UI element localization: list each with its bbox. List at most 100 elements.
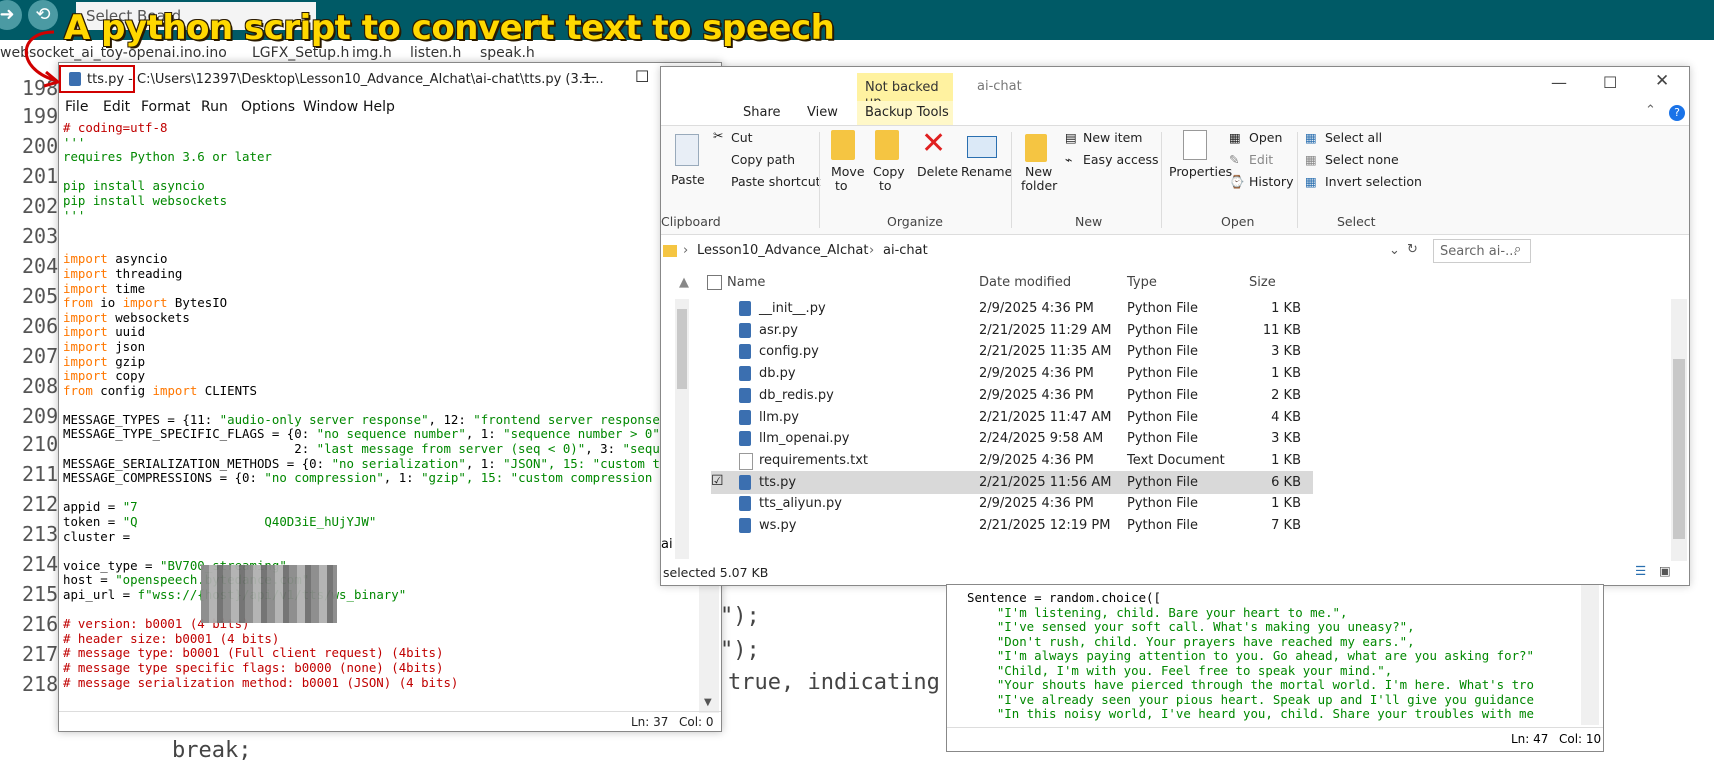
file-row[interactable]: config.py 2/21/2025 11:35 AM Python File 3 … bbox=[711, 340, 1313, 363]
row-checkbox-checked[interactable]: ☑ bbox=[711, 473, 724, 489]
scroll-thumb[interactable] bbox=[1673, 359, 1685, 539]
code-token: import bbox=[122, 295, 168, 311]
rename-button[interactable]: Rename bbox=[961, 164, 1012, 179]
console-line: "I'm always paying attention to you. Go … bbox=[967, 648, 1534, 663]
easy-access-button[interactable]: Easy access bbox=[1083, 152, 1159, 167]
ribbon-separator bbox=[819, 132, 820, 228]
code-token: import bbox=[63, 368, 108, 384]
details-view-icon[interactable]: ☰ bbox=[1635, 563, 1646, 578]
code-token: MESSAGE_SERIALIZATION_METHODS = {0: bbox=[63, 455, 332, 471]
file-row[interactable]: tts_aliyun.py 2/9/2025 4:36 PM Python File… bbox=[711, 492, 1313, 515]
code-token: requires Python 3.6 or later bbox=[63, 149, 272, 165]
upload-icon[interactable]: ⟲ bbox=[28, 0, 58, 30]
history-button[interactable]: History bbox=[1249, 174, 1293, 189]
console-line: "Your shouts have pierced through the mo… bbox=[967, 677, 1534, 692]
file-row[interactable]: db.py 2/9/2025 4:36 PM Python File 1 KB bbox=[711, 362, 1313, 385]
explorer-window-title: ai-chat bbox=[977, 79, 1022, 94]
file-size: 4 KB bbox=[1271, 409, 1301, 425]
file-row[interactable]: ws.py 2/21/2025 12:19 PM Python File 7 KB bbox=[711, 514, 1313, 537]
copy-path-button[interactable]: Copy path bbox=[731, 152, 795, 167]
close-icon[interactable]: ✕ bbox=[1655, 71, 1669, 91]
not-backed-up-tab[interactable]: Not backed up bbox=[857, 73, 953, 110]
console-window: Sentence = random.choice([ "I'm listenin… bbox=[946, 584, 1604, 752]
file-list-scrollbar[interactable] bbox=[1671, 299, 1687, 561]
invert-selection-button[interactable]: Invert selection bbox=[1325, 174, 1422, 189]
code-token: from bbox=[63, 295, 93, 311]
select-none-button[interactable]: Select none bbox=[1325, 152, 1399, 167]
file-row[interactable]: asr.py 2/21/2025 11:29 AM Python File 11 KB bbox=[711, 319, 1313, 342]
idle-editor-window: tts.py - C:\Users\12397\Desktop\Lesson10… bbox=[58, 62, 722, 732]
menu-help[interactable]: Help bbox=[363, 99, 395, 115]
delete-button[interactable]: Delete bbox=[917, 164, 958, 179]
help-icon[interactable]: ? bbox=[1669, 105, 1685, 121]
code-line: api_url = f"wss://{host}/api/v1/tts/ws_b… bbox=[63, 587, 697, 603]
explorer-title-bar: Not backed up ai-chat — ☐ ✕ bbox=[661, 67, 1689, 110]
new-folder-button[interactable]: New bbox=[1025, 164, 1052, 179]
file-row[interactable]: llm.py 2/21/2025 11:47 AM Python File 4 KB bbox=[711, 406, 1313, 429]
ribbon-collapse-icon[interactable]: ⌃ bbox=[1645, 103, 1656, 118]
file-row[interactable]: db_redis.py 2/9/2025 4:36 PM Python File 2 … bbox=[711, 384, 1313, 407]
file-name: ws.py bbox=[759, 518, 797, 533]
verify-icon[interactable]: ➜ bbox=[0, 0, 22, 30]
scroll-down-icon[interactable]: ▼ bbox=[704, 697, 712, 708]
file-type: Python File bbox=[1127, 301, 1198, 316]
search-box[interactable]: Search ai-... ⌕ bbox=[1433, 239, 1531, 263]
tab-backup-tools[interactable]: Backup Tools bbox=[857, 101, 953, 125]
console-line: "The call is the connection, child. Tell… bbox=[967, 721, 1577, 723]
address-bar[interactable]: › Lesson10_Advance_AIchat › ai-chat ⌄ ↻ … bbox=[661, 237, 1689, 267]
paste-button[interactable]: Paste bbox=[671, 172, 705, 187]
cut-button[interactable]: Cut bbox=[731, 130, 753, 145]
code-line: voice_type = "BV700_streaming" bbox=[63, 558, 697, 574]
console-text[interactable]: Sentence = random.choice([ "I'm listenin… bbox=[967, 591, 1577, 723]
move-to-button[interactable]: Move bbox=[831, 164, 865, 179]
file-row[interactable]: __init__.py 2/9/2025 4:36 PM Python File 1 … bbox=[711, 297, 1313, 320]
code-token: import bbox=[63, 324, 108, 340]
folder-icon bbox=[663, 245, 677, 257]
minimize-icon[interactable]: — bbox=[1551, 73, 1567, 92]
code-token: import bbox=[63, 338, 108, 354]
file-size: 1 KB bbox=[1271, 366, 1301, 382]
new-item-button[interactable]: New item bbox=[1083, 130, 1142, 145]
menu-options[interactable]: Options bbox=[241, 99, 295, 115]
paste-shortcut-button[interactable]: Paste shortcut bbox=[731, 174, 821, 189]
code-token: ''' bbox=[63, 207, 86, 223]
breadcrumb-item[interactable]: ai-chat bbox=[883, 243, 928, 258]
code-token: gzip bbox=[107, 353, 146, 369]
refresh-icon[interactable]: ↻ bbox=[1407, 242, 1418, 257]
code-line: import websockets bbox=[63, 310, 697, 326]
file-row[interactable]: requirements.txt 2/9/2025 4:36 PM Text Doc… bbox=[711, 449, 1313, 472]
file-date: 2/9/2025 4:36 PM bbox=[979, 496, 1094, 512]
tab-view[interactable]: View bbox=[807, 105, 838, 120]
code-token: "sequence number > 0" bbox=[503, 426, 660, 442]
cursor-line: Ln: 47 bbox=[1511, 732, 1549, 746]
maximize-icon[interactable]: ☐ bbox=[1603, 73, 1617, 92]
idle-code-area[interactable]: # coding=utf-8 ''' requires Python 3.6 or … bbox=[63, 121, 697, 713]
minimize-icon[interactable]: — bbox=[581, 67, 597, 86]
code-line: host = "openspeech.bytedance.com" bbox=[63, 573, 697, 588]
file-row[interactable]: ☑ tts.py 2/21/2025 11:56 AM Python File 6 KB bbox=[711, 470, 1313, 494]
search-input[interactable]: Search ai-... bbox=[1440, 244, 1517, 259]
maximize-icon[interactable]: ☐ bbox=[635, 67, 649, 86]
copy-to-button[interactable]: Copy bbox=[873, 164, 905, 179]
select-all-button[interactable]: Select all bbox=[1325, 130, 1382, 145]
file-row[interactable]: llm_openai.py 2/24/2025 9:58 AM Python Fil… bbox=[711, 427, 1313, 450]
code-line: pip install websockets bbox=[63, 193, 697, 209]
tab-share[interactable]: Share bbox=[743, 105, 781, 120]
video-caption: A python script to convert text to speec… bbox=[64, 8, 835, 48]
menu-edit[interactable]: Edit bbox=[103, 99, 130, 115]
file-date: 2/9/2025 4:36 PM bbox=[979, 366, 1094, 382]
menu-window[interactable]: Window bbox=[303, 99, 358, 115]
large-icons-view-icon[interactable]: ▣ bbox=[1659, 563, 1671, 578]
console-scrollbar[interactable] bbox=[1581, 585, 1599, 725]
menu-file[interactable]: File bbox=[65, 99, 88, 115]
menu-run[interactable]: Run bbox=[201, 99, 228, 115]
explorer-status-bar: selected 5.07 KB ☰ ▣ bbox=[661, 561, 1689, 585]
menu-format[interactable]: Format bbox=[141, 99, 190, 115]
chevron-down-icon[interactable]: ⌄ bbox=[1389, 243, 1400, 258]
code-token: 2: bbox=[63, 441, 317, 457]
code-line: import time bbox=[63, 281, 697, 297]
properties-button[interactable]: Properties bbox=[1169, 164, 1232, 179]
open-button[interactable]: Open bbox=[1249, 130, 1282, 145]
breadcrumb-item[interactable]: Lesson10_Advance_AIchat bbox=[697, 243, 868, 258]
edit-button[interactable]: Edit bbox=[1249, 152, 1273, 167]
